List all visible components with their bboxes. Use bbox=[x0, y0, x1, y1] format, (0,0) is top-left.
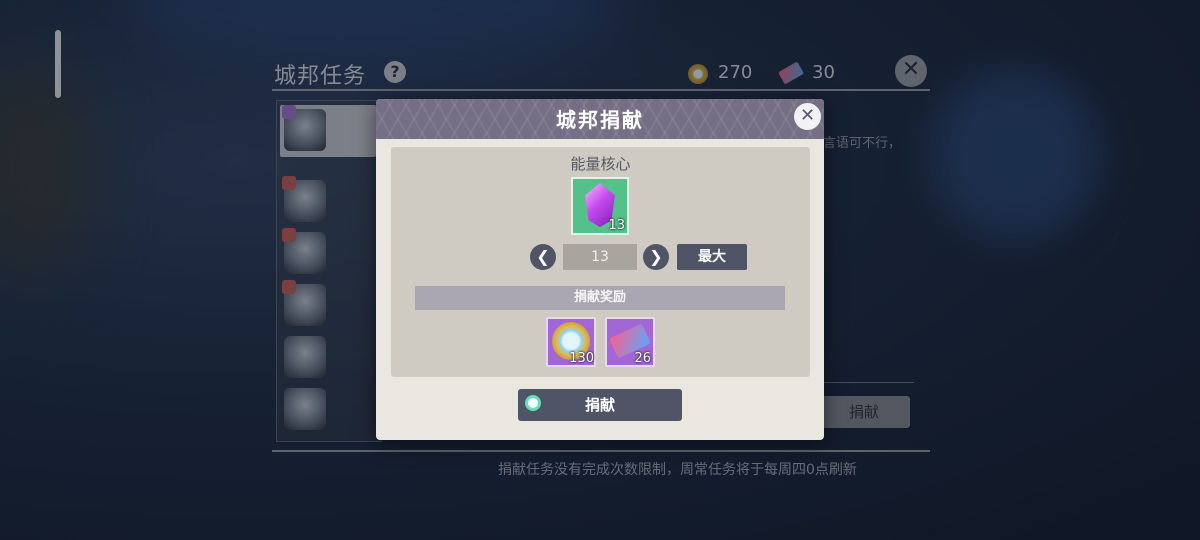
close-icon[interactable]: ✕ bbox=[794, 103, 821, 130]
item-name: 能量核心 bbox=[570, 155, 631, 173]
donate-button[interactable]: 捐献 bbox=[518, 389, 682, 421]
increase-button[interactable]: ❯ bbox=[643, 244, 669, 270]
decrease-button[interactable]: ❮ bbox=[530, 244, 556, 270]
reward-header: 捐献奖励 bbox=[415, 286, 785, 310]
max-button[interactable]: 最大 bbox=[677, 244, 747, 270]
reward-count: 26 bbox=[634, 351, 651, 366]
item-count: 13 bbox=[608, 218, 625, 233]
quantity-field[interactable]: 13 bbox=[563, 244, 637, 270]
reward-count: 130 bbox=[569, 351, 594, 366]
circle-icon bbox=[525, 395, 541, 411]
dialog-title: 城邦捐献 bbox=[556, 108, 644, 132]
